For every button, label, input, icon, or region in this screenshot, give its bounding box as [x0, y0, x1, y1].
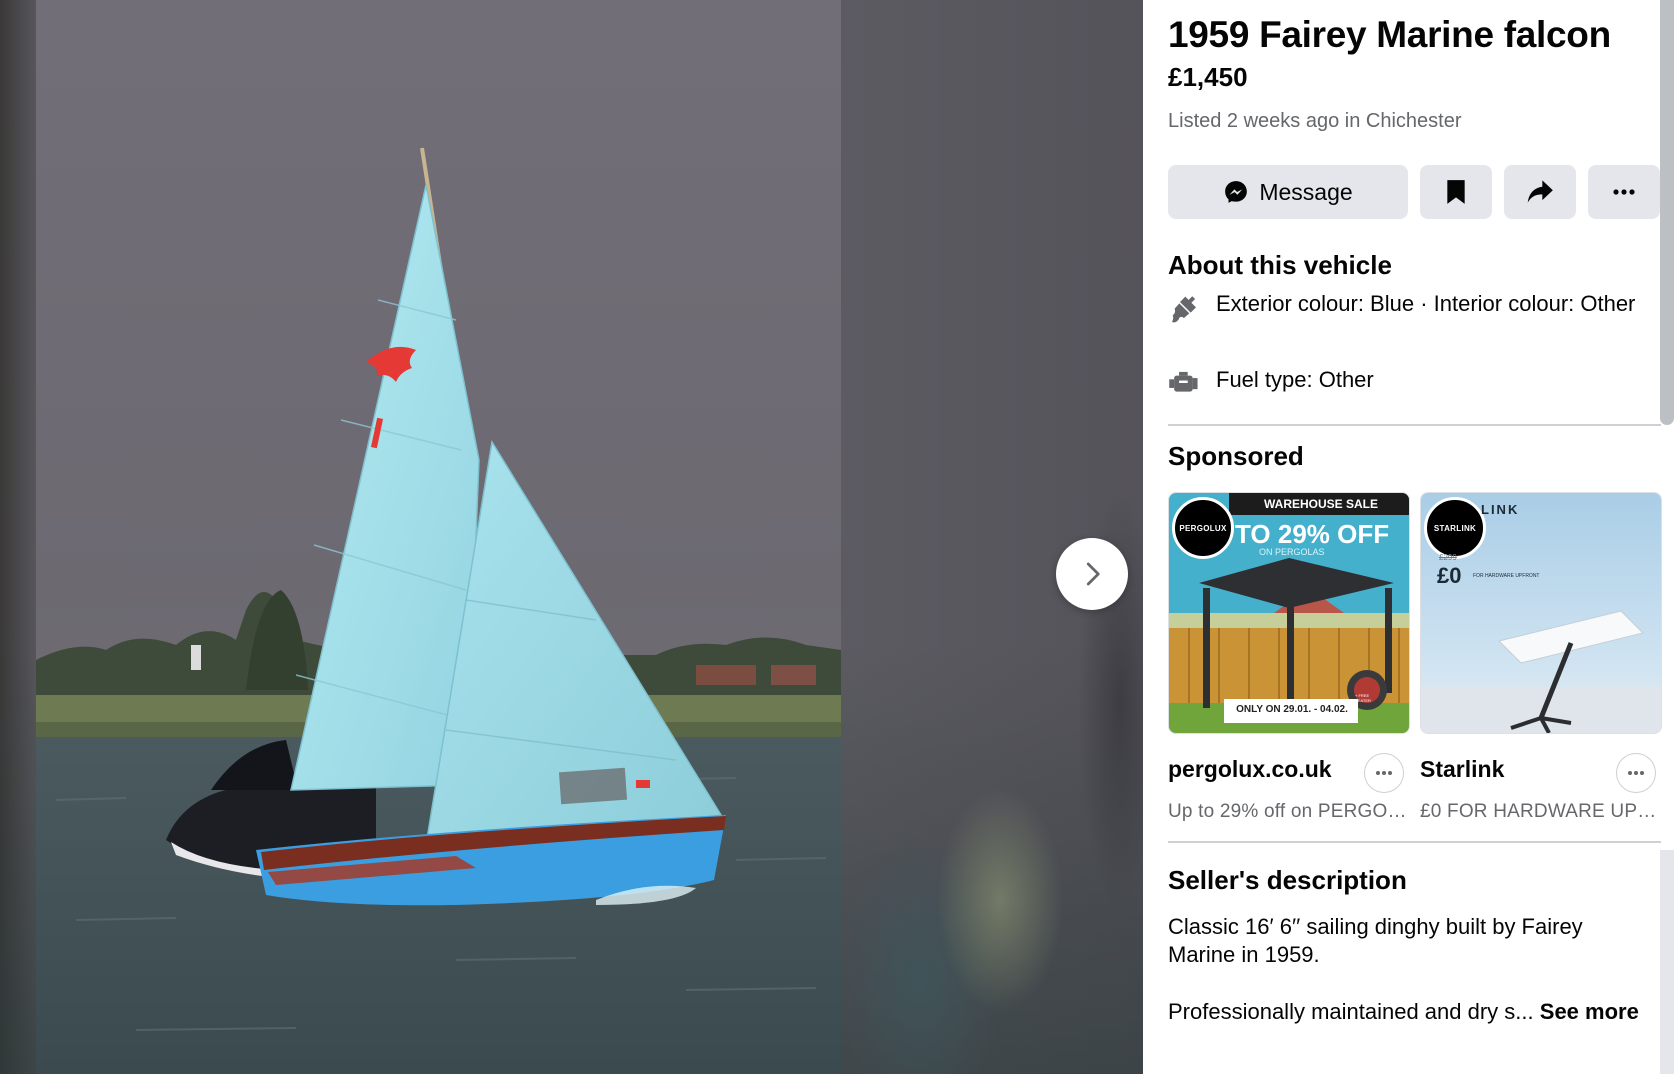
colour-row: Exterior colour: Blue · Interior colour:… — [1168, 290, 1638, 331]
see-more-link[interactable]: See more — [1540, 999, 1639, 1024]
ad-avatar: PERGOLUX — [1172, 497, 1234, 559]
share-icon — [1527, 180, 1553, 203]
chevron-right-icon — [1086, 562, 1100, 586]
message-button-label: Message — [1259, 178, 1353, 205]
ad-headline: TO 29% OFF — [1235, 519, 1390, 549]
ad-date-tag: ONLY ON 29.01. - 04.02. — [1236, 704, 1348, 715]
listing-photo[interactable] — [36, 0, 841, 1074]
ad-avatar: STARLINK — [1424, 497, 1486, 559]
colour-text: Exterior colour: Blue · Interior colour:… — [1216, 291, 1636, 316]
sailboat-image — [36, 0, 841, 1074]
paint-brush-icon — [1168, 290, 1216, 331]
more-icon — [1613, 189, 1635, 195]
ad-description: £0 FOR HARDWARE UPFRONT — [1420, 801, 1662, 822]
bookmark-icon — [1447, 180, 1465, 204]
sponsored-ad-starlink[interactable]: STARLINK LINK £299 £0 FOR HARDWARE UPFRO… — [1420, 492, 1662, 822]
fuel-row: Fuel type: Other — [1168, 366, 1638, 401]
listed-info: Listed 2 weeks ago in Chichester — [1168, 110, 1462, 132]
ad-options-button[interactable] — [1364, 753, 1404, 793]
scrollbar-thumb[interactable] — [1660, 0, 1674, 425]
divider — [1168, 841, 1661, 843]
ad-price-note: FOR HARDWARE UPFRONT — [1473, 573, 1540, 579]
ad-subline: ON PERGOLAS — [1259, 547, 1325, 557]
seller-description-snippet: Professionally maintained and dry s... — [1168, 999, 1534, 1024]
sponsored-heading: Sponsored — [1168, 441, 1304, 471]
more-options-button[interactable] — [1588, 165, 1660, 219]
divider — [1168, 424, 1661, 426]
next-photo-button[interactable] — [1056, 538, 1128, 610]
ad-description: Up to 29% off on PERGOLUX pergolas — [1168, 801, 1410, 822]
engine-icon — [1168, 366, 1216, 401]
seller-description-heading: Seller's description — [1168, 865, 1407, 895]
about-heading: About this vehicle — [1168, 250, 1392, 280]
listing-price: £1,450 — [1168, 62, 1248, 92]
ad-banner-text: WAREHOUSE SALE — [1263, 497, 1378, 511]
listing-title: 1959 Fairey Marine falcon — [1168, 14, 1611, 55]
sponsored-ad-pergolux[interactable]: PERGOLUX WAREHOUSE SALE TO 29% OFF ON PE… — [1168, 492, 1410, 822]
share-button[interactable] — [1504, 165, 1576, 219]
ad-advertiser-name[interactable]: pergolux.co.uk — [1168, 756, 1332, 783]
fuel-text: Fuel type: Other — [1216, 367, 1374, 392]
photo-viewer — [0, 0, 1143, 1074]
ad-old-price: £299 — [1439, 553, 1457, 562]
more-icon — [1628, 771, 1644, 775]
more-icon — [1376, 771, 1392, 775]
scrollbar-thumb-lower — [1660, 850, 1674, 1074]
ad-image[interactable]: STARLINK LINK £299 £0 FOR HARDWARE UPFRO… — [1420, 492, 1662, 734]
listing-details-panel: 1959 Fairey Marine falcon £1,450 Listed … — [1143, 0, 1678, 1074]
ad-headline: LINK — [1481, 502, 1520, 517]
seller-description-truncated: Professionally maintained and dry s... S… — [1168, 998, 1648, 1026]
ad-image[interactable]: PERGOLUX WAREHOUSE SALE TO 29% OFF ON PE… — [1168, 492, 1410, 734]
ad-options-button[interactable] — [1616, 753, 1656, 793]
messenger-icon — [1225, 181, 1248, 203]
save-button[interactable] — [1420, 165, 1492, 219]
seller-description-text: Classic 16′ 6′′ sailing dinghy built by … — [1168, 914, 1583, 967]
message-button[interactable]: Message — [1168, 165, 1408, 219]
ad-heater-badge: + FREE HEATER — [1355, 693, 1371, 703]
ad-new-price: £0 — [1437, 563, 1462, 588]
ad-advertiser-name[interactable]: Starlink — [1420, 756, 1504, 783]
